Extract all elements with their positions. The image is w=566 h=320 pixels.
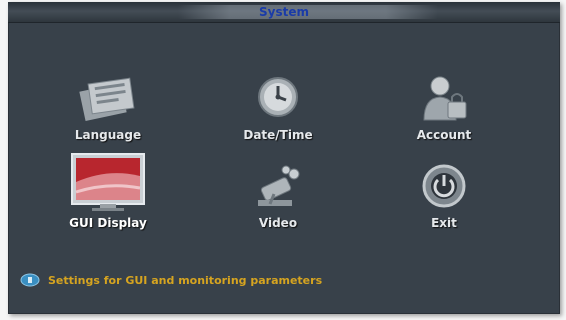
menu-item-language[interactable]: Language [38, 62, 178, 142]
video-camera-icon [242, 160, 314, 212]
user-account-icon [408, 72, 480, 124]
menu-item-label: Exit [431, 216, 457, 230]
title-bar: System [8, 2, 560, 23]
menu-item-label: Date/Time [243, 128, 313, 142]
hint-text: Settings for GUI and monitoring paramete… [48, 273, 323, 287]
language-icon [72, 72, 144, 124]
system-menu-panel: System Language Date/Time Account GUI Di… [8, 2, 560, 314]
status-hint: Settings for GUI and monitoring paramete… [20, 270, 322, 290]
monitor-icon [70, 152, 146, 212]
menu-item-label: GUI Display [69, 216, 147, 230]
menu-item-video[interactable]: Video [208, 150, 348, 230]
info-icon [20, 272, 40, 288]
menu-item-label: Language [74, 128, 142, 142]
power-icon [408, 160, 480, 212]
menu-item-exit[interactable]: Exit [374, 150, 514, 230]
menu-item-label: Account [416, 128, 472, 142]
menu-item-label: Video [258, 216, 298, 230]
clock-icon [242, 72, 314, 124]
menu-item-account[interactable]: Account [374, 62, 514, 142]
window-title: System [259, 5, 309, 19]
menu-item-gui-display[interactable]: GUI Display [38, 150, 178, 230]
menu-item-date-time[interactable]: Date/Time [208, 62, 348, 142]
